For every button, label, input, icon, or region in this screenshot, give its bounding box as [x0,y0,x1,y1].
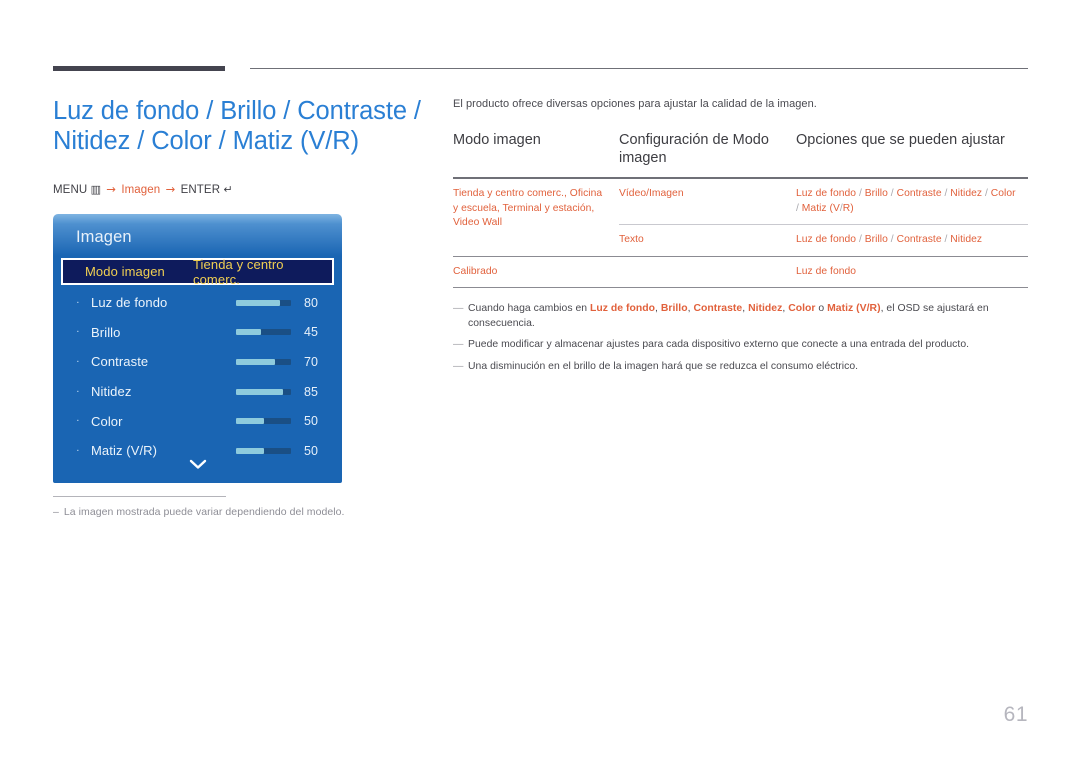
left-note-dash: – [53,506,59,518]
table-header-row: Modo imagen Configuración de Modo imagen… [453,131,1028,178]
menu-path-enter-label: ENTER [180,184,221,196]
cell-setting: Vídeo/Imagen [619,188,684,199]
osd-panel-title: Imagen [76,228,132,246]
menu-path-target: Imagen [121,184,161,196]
osd-item-value: 50 [304,414,318,429]
osd-row-luz-de-fondo[interactable]: · Luz de fondo 80 [53,288,342,318]
header-rule-thick [53,66,225,71]
osd-selected-label: Modo imagen [85,264,165,279]
osd-item-value: 80 [304,295,318,310]
osd-item-label: Luz de fondo [91,295,168,311]
enter-key-icon: ↵ [223,183,233,196]
slider-fill [236,418,264,425]
osd-row-color[interactable]: · Color 50 [53,406,342,436]
arrow-icon-2: → [165,182,176,196]
bullet-icon: · [76,296,80,309]
osd-panel: Imagen Modo imagen Tienda y centro comer… [53,214,342,483]
osd-row-nitidez[interactable]: · Nitidez 85 [53,377,342,407]
note-text: Puede modificar y almacenar ajustes para… [468,339,970,351]
table-body: Tienda y centro comerc., Oficina y escue… [453,178,1028,288]
intro-text: El producto ofrece diversas opciones par… [453,98,817,110]
slider-fill [236,447,264,454]
osd-item-label: Nitidez [91,384,132,400]
menu-grid-icon: ▥ [90,183,101,196]
note-item: ― Puede modificar y almacenar ajustes pa… [453,338,1028,353]
osd-row-selected[interactable]: Modo imagen Tienda y centro comerc. [53,256,342,288]
bullet-icon: · [76,444,80,457]
note-dash-icon: ― [453,339,464,351]
chevron-down-icon[interactable] [53,458,342,473]
page-title: Luz de fondo / Brillo / Contraste / Niti… [53,97,421,155]
bullet-icon: · [76,385,80,398]
table-head: Modo imagen Configuración de Modo imagen… [453,131,1028,178]
osd-item-value: 45 [304,325,318,340]
slider-fill [236,358,275,365]
menu-path-menu-label: MENU [53,184,88,196]
note-dash-icon: ― [453,303,464,315]
right-column: El producto ofrece diversas opciones par… [453,98,1028,381]
table-header-options: Opciones que se pueden ajustar [796,132,1005,148]
table-header-setting: Configuración de Modo imagen [619,132,769,166]
osd-row-brillo[interactable]: · Brillo 45 [53,317,342,347]
note-text: Cuando haga cambios en Luz de fondo, Bri… [468,303,989,329]
page-number: 61 [1003,703,1028,726]
osd-item-label: Matiz (V/R) [91,443,158,459]
osd-item-label: Brillo [91,324,121,340]
left-note: – La imagen mostrada puede variar dependi… [53,506,413,518]
bullet-icon: · [76,325,80,338]
cell-options: Luz de fondo [796,255,1028,288]
osd-item-value: 70 [304,354,318,369]
cell-options: Luz de fondo / Brillo / Contraste / Niti… [796,188,1016,214]
cell-setting [619,255,796,288]
bullet-icon: · [76,355,80,368]
note-item: ― Cuando haga cambios en Luz de fondo, B… [453,302,1028,331]
osd-slider-contraste[interactable] [236,358,291,365]
options-table: Modo imagen Configuración de Modo imagen… [453,131,1028,288]
osd-item-value: 50 [304,443,318,458]
osd-slider-nitidez[interactable] [236,388,291,395]
table-header-mode: Modo imagen [453,132,541,148]
osd-item-label: Contraste [91,354,149,370]
osd-item-label: Color [91,413,123,429]
note-item: ― Una disminución en el brillo de la ima… [453,360,1028,375]
menu-path-breadcrumb: MENU ▥ → Imagen → ENTER ↵ [53,182,433,196]
header-rules [0,66,1080,74]
slider-fill [236,299,280,306]
left-column: Luz de fondo / Brillo / Contraste / Niti… [53,96,433,196]
slider-fill [236,329,261,336]
osd-selected-value: Tienda y centro comerc. [193,256,284,287]
osd-selected-highlight[interactable]: Modo imagen Tienda y centro comerc. [61,256,334,287]
cell-mode: Tienda y centro comerc., Oficina y escue… [453,188,603,229]
table-row: Tienda y centro comerc., Oficina y escue… [453,178,1028,228]
slider-fill [236,388,283,395]
note-text: Una disminución en el brillo de la image… [468,360,859,372]
note-dash-icon: ― [453,360,464,372]
cell-setting: Texto [619,224,796,257]
bullet-icon: · [76,414,80,427]
left-note-text: La imagen mostrada puede variar dependie… [63,506,345,518]
osd-row-contraste[interactable]: · Contraste 70 [53,347,342,377]
cell-mode: Calibrado [453,255,619,288]
osd-slider-brillo[interactable] [236,329,291,336]
header-rule-thin [250,68,1028,69]
notes-list: ― Cuando haga cambios en Luz de fondo, B… [453,302,1028,374]
left-note-divider [53,496,226,497]
table-bottom-rule [453,287,1028,289]
table-row: Calibrado Luz de fondo [453,255,1028,288]
osd-slider-luz-de-fondo[interactable] [236,299,291,306]
osd-item-value: 85 [304,384,318,399]
osd-slider-matiz[interactable] [236,447,291,454]
osd-slider-color[interactable] [236,418,291,425]
osd-menu-list: Modo imagen Tienda y centro comerc. · Lu… [53,256,342,466]
arrow-icon-1: → [106,182,117,196]
cell-options: Luz de fondo / Brillo / Contraste / Niti… [796,224,1028,257]
